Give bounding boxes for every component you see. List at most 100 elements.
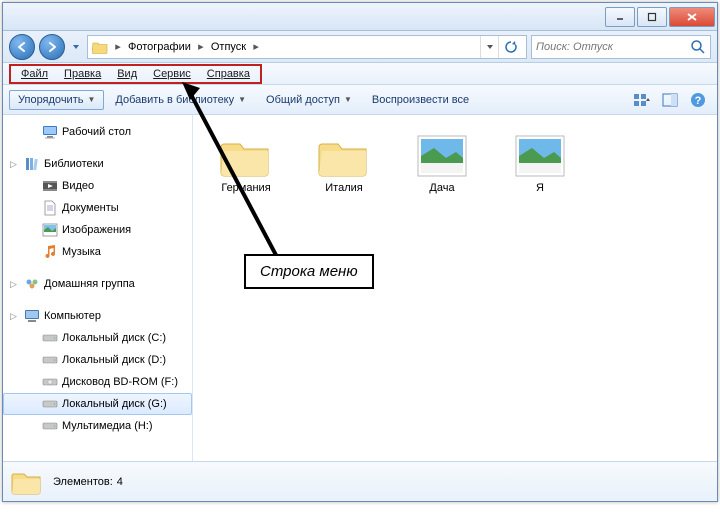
- sidebar-item-desktop[interactable]: Рабочий стол: [3, 121, 192, 143]
- image-icon: [514, 134, 566, 178]
- sidebar-label: Рабочий стол: [62, 126, 131, 138]
- optical-drive-icon: [42, 374, 58, 390]
- toolbar: Упорядочить ▼ Добавить в библиотеку ▼ Об…: [3, 85, 717, 115]
- sidebar-label: Дисковод BD-ROM (F:): [62, 376, 178, 388]
- image-icon: [416, 134, 468, 178]
- file-label: Италия: [325, 182, 362, 194]
- file-label: Германия: [221, 182, 270, 194]
- sidebar-label: Библиотеки: [44, 158, 104, 170]
- sidebar-item-videos[interactable]: Видео: [3, 175, 192, 197]
- chevron-down-icon: ▼: [238, 95, 246, 104]
- annotation-label: Строка меню: [260, 263, 358, 280]
- music-icon: [42, 244, 58, 260]
- folder-icon: [318, 134, 370, 178]
- explorer-window: ▸ Фотографии ▸ Отпуск ▸ Файл Правка Вид …: [2, 2, 718, 502]
- organize-button[interactable]: Упорядочить ▼: [9, 90, 104, 110]
- menu-help[interactable]: Справка: [199, 66, 258, 82]
- preview-pane-button[interactable]: [657, 89, 683, 111]
- folder-item[interactable]: Германия: [207, 129, 285, 199]
- drive-icon: [42, 330, 58, 346]
- minimize-button[interactable]: [605, 7, 635, 27]
- search-input[interactable]: [536, 41, 690, 53]
- folder-icon: [220, 134, 272, 178]
- addlib-label: Добавить в библиотеку: [115, 94, 234, 106]
- sidebar-item-bdrom[interactable]: Дисковод BD-ROM (F:): [3, 371, 192, 393]
- maximize-button[interactable]: [637, 7, 667, 27]
- address-bar[interactable]: ▸ Фотографии ▸ Отпуск ▸: [87, 35, 527, 59]
- breadcrumb-item[interactable]: Фотографии: [124, 39, 195, 55]
- sidebar-label: Локальный диск (C:): [62, 332, 166, 344]
- share-button[interactable]: Общий доступ ▼: [257, 90, 361, 110]
- view-options-button[interactable]: [629, 89, 655, 111]
- videos-icon: [42, 178, 58, 194]
- back-button[interactable]: [9, 34, 35, 60]
- folder-item[interactable]: Италия: [305, 129, 383, 199]
- sidebar-item-multimedia[interactable]: Мультимедиа (H:): [3, 415, 192, 437]
- menu-edit[interactable]: Правка: [56, 66, 109, 82]
- file-label: Дача: [429, 182, 454, 194]
- drive-icon: [42, 418, 58, 434]
- expand-icon: ▷: [10, 279, 20, 290]
- drive-icon: [42, 352, 58, 368]
- sidebar-item-libraries[interactable]: ▷ Библиотеки: [3, 153, 192, 175]
- status-label: Элементов:: [53, 476, 113, 488]
- menu-view[interactable]: Вид: [109, 66, 145, 82]
- menubar-highlight: Файл Правка Вид Сервис Справка: [9, 64, 262, 84]
- chevron-right-icon: ▸: [112, 40, 124, 53]
- sidebar-label: Локальный диск (D:): [62, 354, 166, 366]
- refresh-button[interactable]: [498, 36, 522, 58]
- sidebar-label: Документы: [62, 202, 119, 214]
- homegroup-icon: [24, 276, 40, 292]
- svg-text:?: ?: [695, 95, 702, 107]
- play-all-button[interactable]: Воспроизвести все: [363, 90, 478, 110]
- status-count: 4: [117, 476, 123, 488]
- folder-icon: [92, 39, 108, 55]
- sidebar-label: Компьютер: [44, 310, 101, 322]
- organize-label: Упорядочить: [18, 94, 83, 106]
- file-label: Я: [536, 182, 544, 194]
- computer-icon: [24, 308, 40, 324]
- forward-button[interactable]: [39, 34, 65, 60]
- image-item[interactable]: Дача: [403, 129, 481, 199]
- breadcrumb-item[interactable]: Отпуск: [207, 39, 250, 55]
- sidebar-label: Мультимедиа (H:): [62, 420, 153, 432]
- libraries-icon: [24, 156, 40, 172]
- add-to-library-button[interactable]: Добавить в библиотеку ▼: [106, 90, 255, 110]
- sidebar-item-computer[interactable]: ▷ Компьютер: [3, 305, 192, 327]
- sidebar-item-homegroup[interactable]: ▷ Домашняя группа: [3, 273, 192, 295]
- sidebar-item-music[interactable]: Музыка: [3, 241, 192, 263]
- help-button[interactable]: ?: [685, 89, 711, 111]
- search-icon: [690, 39, 706, 55]
- nav-history-dropdown[interactable]: [69, 34, 83, 60]
- sidebar-label: Изображения: [62, 224, 131, 236]
- documents-icon: [42, 200, 58, 216]
- sidebar-label: Видео: [62, 180, 94, 192]
- image-item[interactable]: Я: [501, 129, 579, 199]
- close-button[interactable]: [669, 7, 715, 27]
- sidebar-item-pictures[interactable]: Изображения: [3, 219, 192, 241]
- folder-icon: [11, 466, 43, 498]
- sidebar-label: Музыка: [62, 246, 101, 258]
- sidebar-item-disk-d[interactable]: Локальный диск (D:): [3, 349, 192, 371]
- menu-tools[interactable]: Сервис: [145, 66, 199, 82]
- sidebar-item-disk-c[interactable]: Локальный диск (C:): [3, 327, 192, 349]
- sidebar-item-documents[interactable]: Документы: [3, 197, 192, 219]
- chevron-down-icon: ▼: [87, 95, 95, 104]
- statusbar: Элементов: 4: [3, 461, 717, 501]
- sidebar-label: Локальный диск (G:): [62, 398, 167, 410]
- address-dropdown[interactable]: [480, 36, 498, 58]
- play-label: Воспроизвести все: [372, 94, 469, 106]
- share-label: Общий доступ: [266, 94, 340, 106]
- chevron-right-icon: ▸: [195, 40, 207, 53]
- sidebar-item-disk-g[interactable]: Локальный диск (G:): [3, 393, 192, 415]
- pictures-icon: [42, 222, 58, 238]
- chevron-down-icon: ▼: [344, 95, 352, 104]
- annotation-callout: Строка меню: [244, 254, 374, 289]
- menubar: Файл Правка Вид Сервис Справка: [3, 63, 717, 85]
- titlebar: [3, 3, 717, 31]
- expand-icon: ▷: [10, 159, 20, 170]
- sidebar-label: Домашняя группа: [44, 278, 135, 290]
- chevron-right-icon: ▸: [250, 40, 262, 53]
- search-box[interactable]: [531, 35, 711, 59]
- menu-file[interactable]: Файл: [13, 66, 56, 82]
